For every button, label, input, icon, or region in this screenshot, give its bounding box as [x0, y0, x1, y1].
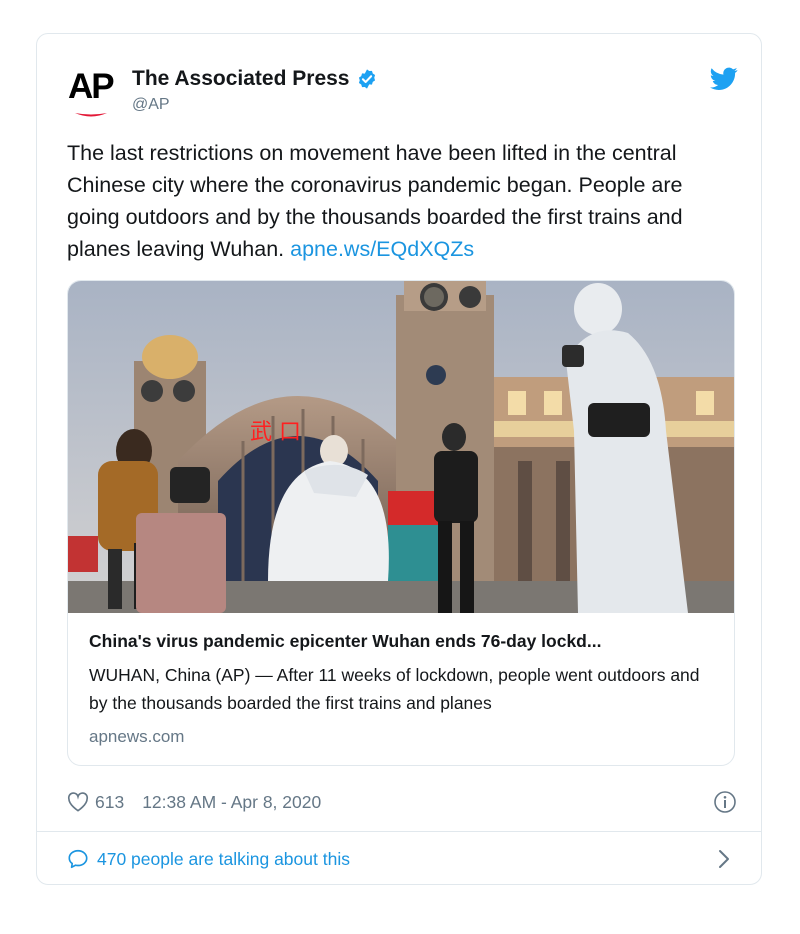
link-card-domain: apnews.com — [89, 727, 185, 746]
account-name-text: The Associated Press — [132, 67, 350, 90]
comment-bubble-icon — [68, 849, 88, 869]
link-preview-card[interactable]: 武 口 China's virus pandemic epicenter Wuh… — [67, 280, 735, 766]
account-name[interactable]: The Associated Press — [132, 67, 378, 91]
verified-badge-icon — [358, 69, 375, 89]
ap-logo[interactable]: AP — [68, 69, 116, 121]
twitter-bird-icon[interactable] — [710, 67, 738, 91]
like-count: 613 — [95, 791, 125, 812]
like-button[interactable]: 613 — [67, 792, 124, 813]
account-handle[interactable]: @AP — [132, 96, 170, 114]
ap-logo-text: AP — [68, 67, 115, 106]
conversation-link[interactable]: 470 people are talking about this — [67, 846, 737, 872]
photo-sign-text: 武 口 — [250, 420, 301, 445]
tweet-card: AP The Associated Press @AP The last res… — [36, 33, 762, 885]
heart-icon — [67, 792, 89, 812]
divider — [37, 831, 761, 832]
conversation-label: 470 people are talking about this — [97, 848, 350, 869]
article-photo: 武 口 — [68, 281, 734, 613]
tweet-text: The last restrictions on movement have b… — [67, 137, 739, 265]
info-icon[interactable] — [713, 790, 737, 814]
tweet-timestamp[interactable]: 12:38 AM - Apr 8, 2020 — [142, 792, 321, 813]
tweet-header: AP The Associated Press @AP — [68, 65, 738, 121]
tweet-meta: 613 12:38 AM - Apr 8, 2020 — [67, 790, 737, 814]
link-card-title: China's virus pandemic epicenter Wuhan e… — [89, 631, 602, 651]
tweet-link[interactable]: apne.ws/EQdXQZs — [290, 237, 474, 261]
chevron-right-icon — [719, 850, 729, 868]
ap-logo-swoosh — [75, 113, 107, 117]
link-card-description: WUHAN, China (AP) — After 11 weeks of lo… — [89, 665, 700, 713]
